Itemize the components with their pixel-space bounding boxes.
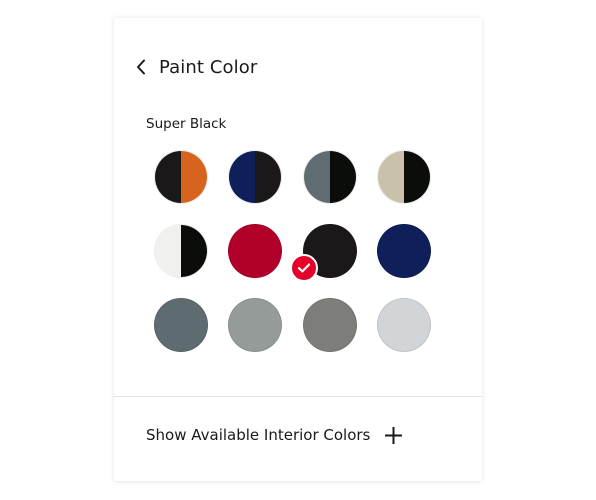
color-swatch-white-black[interactable]: [154, 224, 208, 278]
swatch-half-left: [155, 225, 181, 277]
swatch-half-right: [329, 151, 356, 203]
color-swatch-blue-black[interactable]: [228, 150, 283, 204]
color-swatch-tan-black[interactable]: [376, 150, 431, 204]
swatch-half-left: [303, 151, 330, 203]
color-swatch-gray-black[interactable]: [302, 150, 357, 204]
selected-check-icon: [289, 254, 318, 282]
swatch-half-right: [181, 225, 207, 277]
color-swatch-light-silver[interactable]: [376, 298, 431, 352]
selected-color-name: Super Black: [146, 116, 227, 132]
plus-icon[interactable]: [384, 426, 402, 444]
swatch-half-right: [255, 151, 282, 203]
page-title: Paint Color: [159, 56, 258, 78]
divider: [114, 396, 482, 397]
interior-colors-label: Show Available Interior Colors: [146, 426, 371, 444]
swatch-half-right: [181, 151, 207, 203]
color-swatch-black-orange[interactable]: [154, 150, 208, 204]
color-swatch-slate-gray[interactable]: [154, 298, 208, 352]
color-swatch-red[interactable]: [228, 224, 283, 278]
color-swatch-blue[interactable]: [376, 224, 431, 278]
show-interior-colors-button[interactable]: Show Available Interior Colors: [146, 426, 402, 444]
chevron-left-icon[interactable]: [136, 57, 150, 77]
back-header[interactable]: Paint Color: [136, 54, 257, 80]
color-swatch-sage-gray[interactable]: [228, 298, 283, 352]
color-swatch-dark-gray[interactable]: [302, 298, 357, 352]
swatch-half-left: [377, 151, 404, 203]
swatch-half-left: [155, 151, 181, 203]
swatch-half-right: [403, 151, 430, 203]
swatch-half-left: [229, 151, 256, 203]
paint-color-panel: Paint Color Super Black Show Available I…: [114, 18, 482, 481]
